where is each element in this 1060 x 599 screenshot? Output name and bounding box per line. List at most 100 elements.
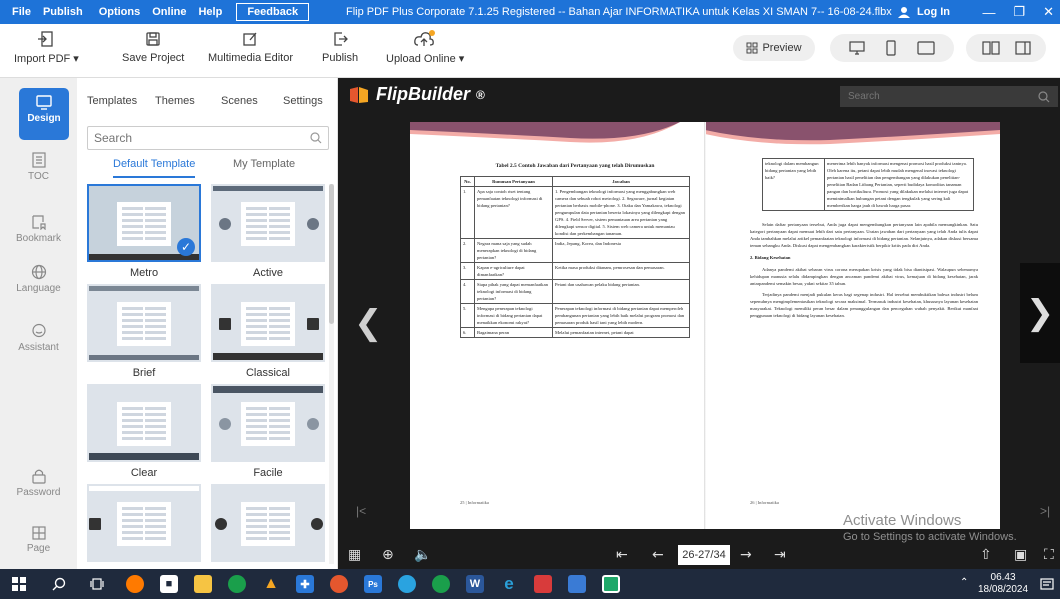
preview-button[interactable]: Preview <box>733 35 815 61</box>
tab-templates[interactable]: Templates <box>87 95 137 107</box>
import-pdf-button[interactable]: Import PDF ▾ <box>14 28 79 65</box>
template-name: Metro <box>129 267 159 279</box>
book-spread[interactable]: Tabel 2.5 Contoh Jawaban dari Pertanyaan… <box>410 122 1000 529</box>
telegram-icon[interactable] <box>398 575 416 593</box>
flipbook-search-input[interactable] <box>848 91 1038 102</box>
phone-view-icon[interactable] <box>886 40 896 56</box>
multimedia-editor-button[interactable]: Multimedia Editor <box>208 28 293 64</box>
template-metro[interactable]: ✓ Metro <box>87 184 201 281</box>
upload-online-button[interactable]: Upload Online ▾ <box>386 28 464 65</box>
sidebar-item-design[interactable]: Design <box>19 88 69 140</box>
template-scrollbar[interactable] <box>329 184 334 564</box>
tab-settings[interactable]: Settings <box>283 95 323 107</box>
desktop-view-icon[interactable] <box>849 41 865 55</box>
close-icon[interactable]: ✕ <box>1043 4 1054 20</box>
minimize-icon[interactable]: — <box>982 5 995 20</box>
notification-icon[interactable] <box>1040 577 1054 591</box>
previous-page-icon[interactable]: ← <box>652 547 664 563</box>
sidebar-item-language[interactable]: Language <box>0 264 77 294</box>
double-page-icon[interactable] <box>981 41 1000 55</box>
last-page-button-icon[interactable]: ⇥ <box>774 547 786 563</box>
tab-scenes[interactable]: Scenes <box>221 95 258 107</box>
sidebar-item-bookmark[interactable]: Bookmark <box>0 214 77 244</box>
template-facile[interactable]: Facile <box>211 384 325 481</box>
activate-title: Activate Windows <box>843 512 962 529</box>
windows-taskbar: ■ ▲ ✚ Ps W e ⌃ 06.43 18/08/2024 <box>0 569 1060 599</box>
search-icon[interactable] <box>52 577 66 591</box>
paragraph: Selain daftar pertanyaan tersebut, Anda … <box>750 222 978 248</box>
tab-default-template[interactable]: Default Template <box>113 158 196 178</box>
template-classical[interactable]: Classical <box>211 284 325 381</box>
import-label: Import PDF <box>14 53 71 65</box>
next-page-arrow[interactable]: ❯ <box>1020 263 1060 363</box>
sidebar-item-toc[interactable]: TOC <box>0 152 77 182</box>
restore-icon[interactable]: ❐ <box>1013 4 1025 20</box>
template-name: Facile <box>253 467 283 479</box>
single-page-icon[interactable] <box>1014 41 1031 55</box>
tab-themes[interactable]: Themes <box>155 95 195 107</box>
tray-expand-icon[interactable]: ⌃ <box>960 577 968 588</box>
edge-icon[interactable]: e <box>500 574 518 593</box>
login-button[interactable]: Log In <box>896 0 950 24</box>
menu-options[interactable]: Options <box>93 6 147 18</box>
last-page-icon[interactable]: >| <box>1040 504 1050 518</box>
firefox-icon[interactable] <box>126 575 144 593</box>
windows-start-icon[interactable] <box>12 577 26 591</box>
sidebar-item-assistant[interactable]: Assistant <box>0 323 77 353</box>
app-icon[interactable] <box>534 575 552 593</box>
cell-question: Bagaimana peran <box>474 327 553 338</box>
first-page-icon[interactable]: |< <box>356 504 366 518</box>
fullscreen-icon[interactable]: ⛶ <box>1044 547 1054 563</box>
device-switcher <box>830 34 954 62</box>
user-icon <box>898 7 910 18</box>
search-icon[interactable] <box>310 132 322 144</box>
publish-button[interactable]: Publish <box>322 28 358 64</box>
menu-online[interactable]: Online <box>146 6 192 18</box>
chrome-icon[interactable] <box>228 575 246 593</box>
template-search-input[interactable] <box>94 131 310 145</box>
download-icon[interactable]: ▣ <box>1014 547 1027 563</box>
next-page-icon[interactable]: → <box>740 547 752 563</box>
sidebar-label-design: Design <box>27 113 61 124</box>
chrome-icon[interactable] <box>432 575 450 593</box>
template-brief[interactable]: Brief <box>87 284 201 381</box>
first-page-button-icon[interactable]: ⇤ <box>616 547 628 563</box>
thumbnails-icon[interactable]: ▦ <box>348 547 361 563</box>
zoom-in-icon[interactable]: ⊕ <box>382 547 394 563</box>
col-no: No. <box>460 176 475 187</box>
template-item[interactable] <box>211 484 325 562</box>
app-icon[interactable]: ✚ <box>296 575 314 593</box>
share-icon[interactable]: ⇧ <box>980 547 992 563</box>
photoshop-icon[interactable]: Ps <box>364 575 382 593</box>
answer-table: No. Rumusan Pertanyaan Jawaban 1. Apa sa… <box>460 176 690 338</box>
tab-my-template[interactable]: My Template <box>233 158 295 178</box>
sidebar-item-page[interactable]: Page <box>0 526 77 554</box>
word-icon[interactable]: W <box>466 575 484 593</box>
table-row: 5. Mengapa penerapan teknologi informasi… <box>460 303 690 328</box>
search-icon[interactable] <box>1038 90 1050 103</box>
brand-mark: ® <box>476 87 485 102</box>
template-clear[interactable]: Clear <box>87 384 201 481</box>
app-icon[interactable] <box>330 575 348 593</box>
tablet-view-icon[interactable] <box>917 41 935 55</box>
app-icon[interactable] <box>568 575 586 593</box>
sidebar-item-password[interactable]: Password <box>0 468 77 498</box>
menu-help[interactable]: Help <box>192 6 228 18</box>
save-icon <box>146 32 160 46</box>
page-number-input[interactable]: 26-27/34 <box>678 545 730 565</box>
task-view-icon[interactable] <box>90 577 104 591</box>
save-project-button[interactable]: Save Project <box>122 28 184 64</box>
menu-publish[interactable]: Publish <box>37 6 89 18</box>
vlc-icon[interactable]: ▲ <box>262 575 280 593</box>
right-page-footer: 26 | Informatika <box>750 500 779 505</box>
store-icon[interactable]: ■ <box>160 575 178 593</box>
template-item[interactable] <box>87 484 201 562</box>
sound-icon[interactable]: 🔈 <box>414 547 431 563</box>
template-active[interactable]: Active <box>211 184 325 281</box>
flipbuilder-taskbar-icon[interactable] <box>602 575 620 593</box>
menu-file[interactable]: File <box>6 6 37 18</box>
system-clock[interactable]: 06.43 18/08/2024 <box>978 572 1028 596</box>
feedback-button[interactable]: Feedback <box>236 3 310 21</box>
prev-page-arrow[interactable]: ❮ <box>354 303 383 343</box>
file-explorer-icon[interactable] <box>194 575 212 593</box>
